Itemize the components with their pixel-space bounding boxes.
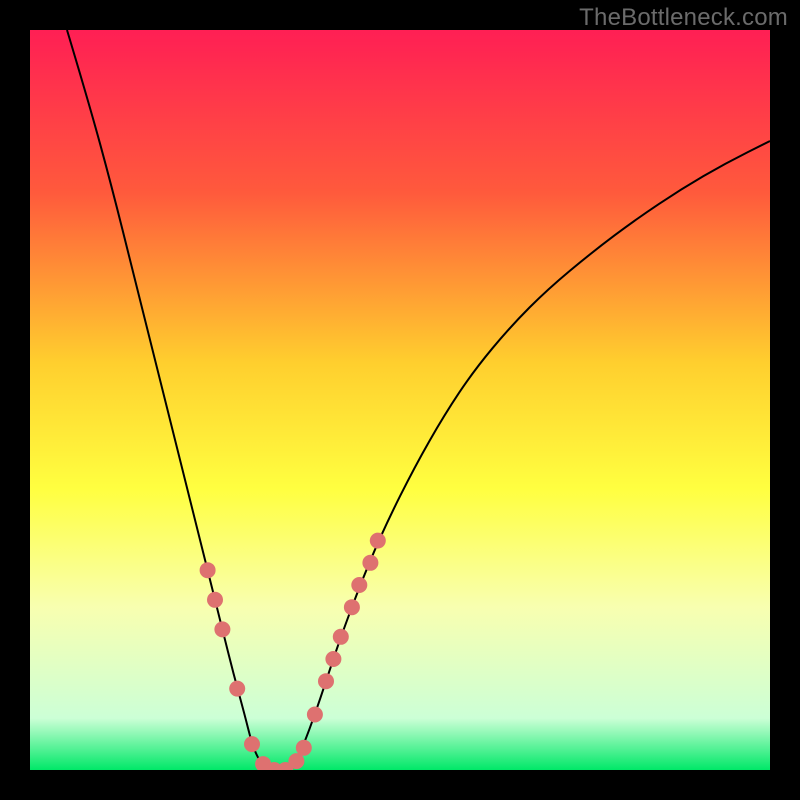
fit-point xyxy=(229,681,245,697)
plot-area xyxy=(30,30,770,770)
fit-point xyxy=(307,707,323,723)
fit-point xyxy=(333,629,349,645)
fit-point xyxy=(351,577,367,593)
chart-container: TheBottleneck.com xyxy=(0,0,800,800)
fit-point xyxy=(318,673,334,689)
gradient-background xyxy=(30,30,770,770)
fit-point xyxy=(325,651,341,667)
fit-point xyxy=(362,555,378,571)
fit-point xyxy=(214,621,230,637)
chart-svg xyxy=(30,30,770,770)
fit-point xyxy=(207,592,223,608)
fit-point xyxy=(200,562,216,578)
fit-point xyxy=(370,533,386,549)
watermark-text: TheBottleneck.com xyxy=(579,4,788,32)
fit-point xyxy=(244,736,260,752)
fit-point xyxy=(344,599,360,615)
fit-point xyxy=(296,740,312,756)
